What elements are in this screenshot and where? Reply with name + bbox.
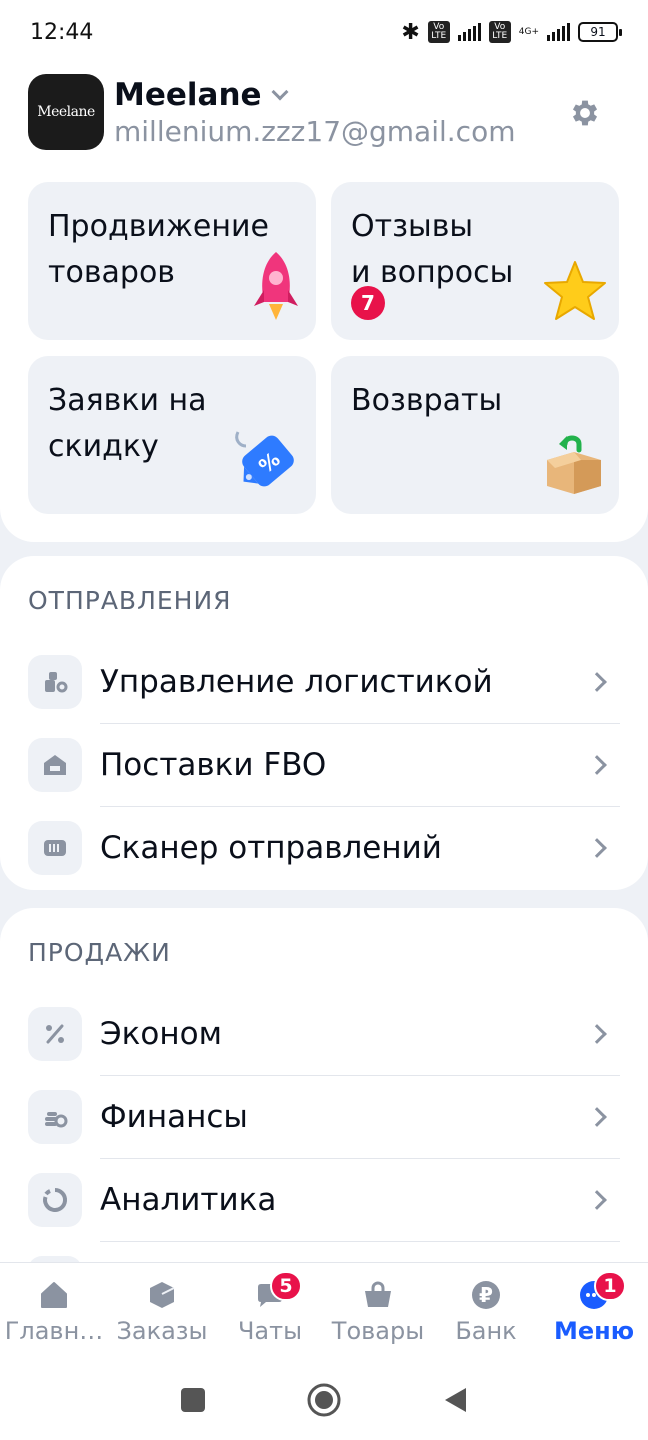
network-type: 4G+ xyxy=(518,26,539,37)
account-switcher[interactable]: Meelane Meelane millenium.zzz17@gmail.co… xyxy=(28,74,515,150)
nav-label: Меню xyxy=(553,1317,635,1345)
coins-icon xyxy=(28,1089,82,1144)
chevron-right-icon xyxy=(587,837,607,858)
settings-gear-icon[interactable] xyxy=(568,96,602,130)
chevron-right-icon xyxy=(587,1106,607,1127)
ruble-icon: ₽ xyxy=(468,1277,504,1313)
back-button[interactable] xyxy=(442,1386,468,1418)
signal-icon xyxy=(457,23,481,41)
recent-apps-button[interactable] xyxy=(180,1387,206,1417)
menu-item-label: Аналитика xyxy=(100,1181,277,1218)
tile-reviews[interactable]: Отзывы и вопросы 7 xyxy=(331,182,619,340)
status-icons: ✱ Vo LTE Vo LTE 4G+ 91 xyxy=(401,19,622,45)
svg-text:₽: ₽ xyxy=(479,1283,493,1307)
chevron-down-icon xyxy=(271,83,289,100)
warehouse-icon xyxy=(28,737,82,792)
menu-item-label: Эконом xyxy=(100,1015,222,1052)
tile-label: Возвраты xyxy=(351,383,503,418)
discount-tag-icon: % xyxy=(232,426,304,500)
bottom-navigation: Главн… Заказы 5 Чаты Товары ₽ Банк 1 Мен… xyxy=(0,1262,648,1364)
menu-item-fbo-supplies[interactable]: Поставки FBO xyxy=(28,723,620,806)
system-navigation-bar xyxy=(0,1364,648,1440)
nav-orders[interactable]: Заказы xyxy=(108,1263,216,1364)
chevron-right-icon xyxy=(587,754,607,775)
menu-item-logistics[interactable]: Управление логистикой xyxy=(28,640,620,723)
tile-discount-requests[interactable]: Заявки на скидку % xyxy=(28,356,316,514)
chat-badge: 5 xyxy=(270,1271,302,1301)
volte-icon-2: Vo LTE xyxy=(488,21,511,43)
nav-bank[interactable]: ₽ Банк xyxy=(432,1263,540,1364)
nav-label: Банк xyxy=(455,1317,517,1345)
top-card: Meelane Meelane millenium.zzz17@gmail.co… xyxy=(0,64,648,542)
menu-item-label: Сканер отправлений xyxy=(100,829,442,866)
logistics-icon xyxy=(28,654,82,709)
menu-item-label: Поставки FBO xyxy=(100,746,327,783)
menu-badge: 1 xyxy=(594,1271,626,1301)
nav-label: Чаты xyxy=(237,1317,303,1345)
shop-logo: Meelane xyxy=(28,74,104,150)
menu-item-analytics[interactable]: Аналитика xyxy=(28,1158,620,1241)
nav-chats[interactable]: 5 Чаты xyxy=(216,1263,324,1364)
home-button[interactable] xyxy=(306,1382,342,1422)
account-email: millenium.zzz17@gmail.com xyxy=(114,114,516,148)
percent-icon xyxy=(28,1006,82,1061)
chevron-right-icon xyxy=(587,671,607,692)
menu-item-label: Управление логистикой xyxy=(100,663,493,700)
menu-item-econom[interactable]: Эконом xyxy=(28,992,620,1075)
nav-label: Главн… xyxy=(4,1317,104,1345)
section-title: ОТПРАВЛЕНИЯ xyxy=(28,586,232,615)
home-icon xyxy=(36,1277,72,1313)
star-icon xyxy=(543,260,607,326)
account-name: Meelane xyxy=(114,76,262,113)
nav-label: Товары xyxy=(331,1317,425,1345)
menu-item-shipment-scanner[interactable]: Сканер отправлений xyxy=(28,806,620,889)
section-title: ПРОДАЖИ xyxy=(28,938,171,967)
signal-icon-2 xyxy=(547,23,570,41)
status-time: 12:44 xyxy=(30,19,94,45)
basket-icon xyxy=(360,1277,396,1313)
quick-tiles: Продвижение товаров Отзывы и вопросы 7 З… xyxy=(28,182,620,514)
bluetooth-icon: ✱ xyxy=(401,19,420,45)
barcode-scanner-icon xyxy=(28,820,82,875)
menu-dots-icon: 1 xyxy=(576,1271,626,1313)
nav-menu[interactable]: 1 Меню xyxy=(540,1263,648,1364)
tile-promotion[interactable]: Продвижение товаров xyxy=(28,182,316,340)
shipments-section: ОТПРАВЛЕНИЯ Управление логистикой Постав… xyxy=(0,556,648,890)
chevron-right-icon xyxy=(587,1189,607,1210)
battery-icon: 91 xyxy=(578,22,622,42)
nav-label: Заказы xyxy=(116,1317,208,1345)
sales-section: ПРОДАЖИ Эконом Финансы Аналитика xyxy=(0,908,648,1310)
nav-products[interactable]: Товары xyxy=(324,1263,432,1364)
orders-icon xyxy=(144,1277,180,1313)
menu-item-finance[interactable]: Финансы xyxy=(28,1075,620,1158)
status-bar: 12:44 ✱ Vo LTE Vo LTE 4G+ 91 xyxy=(0,0,648,64)
rocket-icon xyxy=(248,250,304,326)
chat-icon: 5 xyxy=(252,1271,302,1313)
reviews-badge: 7 xyxy=(351,286,385,320)
volte-icon: Vo LTE xyxy=(427,21,450,43)
nav-home[interactable]: Главн… xyxy=(0,1263,108,1364)
analytics-icon xyxy=(28,1172,82,1227)
return-box-icon xyxy=(541,430,607,500)
chevron-right-icon xyxy=(587,1023,607,1044)
tile-returns[interactable]: Возвраты xyxy=(331,356,619,514)
menu-item-label: Финансы xyxy=(100,1098,248,1135)
